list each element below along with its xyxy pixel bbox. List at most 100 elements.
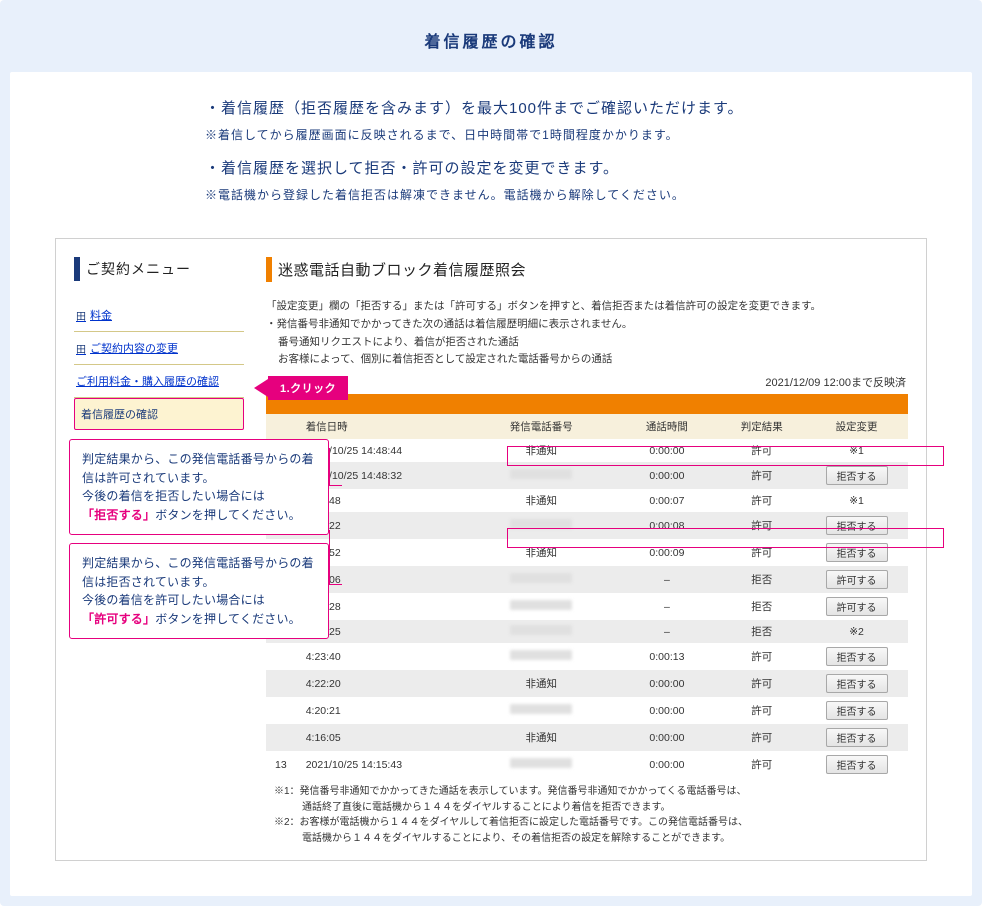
reflected-timestamp: 2021/12/09 12:00まで反映済: [268, 374, 906, 390]
cell-action: 拒否する: [805, 643, 908, 670]
sidebar-item-contract-change[interactable]: ご契約内容の変更: [74, 332, 244, 365]
redacted-phone: [510, 573, 572, 583]
table-row: 132021/10/25 14:15:430:00:00許可拒否する: [266, 751, 908, 778]
th-result: 判定結果: [718, 414, 805, 439]
cell-action: ※1: [805, 439, 908, 462]
table-row: 4:20:210:00:00許可拒否する: [266, 697, 908, 724]
cell-no: [266, 697, 296, 724]
cell-action: 拒否する: [805, 462, 908, 489]
table-row: 4:42:52非通知0:00:09許可拒否する: [266, 539, 908, 566]
th-action: 設定変更: [805, 414, 908, 439]
intro-line: ・着信履歴（拒否履歴を含みます）を最大100件までご確認いただけます。: [205, 97, 927, 118]
table-row: 4:31:28–拒否許可する: [266, 593, 908, 620]
action-button[interactable]: 拒否する: [826, 755, 888, 774]
action-button[interactable]: 拒否する: [826, 466, 888, 485]
table-row: 4:16:05非通知0:00:00許可拒否する: [266, 724, 908, 751]
section-title: 迷惑電話自動ブロック着信履歴照会: [266, 257, 908, 282]
cell-duration: 0:00:00: [616, 670, 719, 697]
action-button[interactable]: 拒否する: [826, 701, 888, 720]
cell-result: 許可: [718, 751, 805, 778]
redacted-phone: [510, 519, 572, 529]
action-button[interactable]: 拒否する: [826, 516, 888, 535]
main-content: 迷惑電話自動ブロック着信履歴照会 「設定変更」欄の「拒否する」または「許可する」…: [266, 257, 908, 846]
cell-result: 許可: [718, 439, 805, 462]
call-history-table: 着信日時 発信電話番号 通話時間 判定結果 設定変更 12021/10/25 1…: [266, 414, 908, 778]
action-button[interactable]: 拒否する: [826, 674, 888, 693]
action-button[interactable]: 許可する: [826, 570, 888, 589]
click-label: 1.クリック: [268, 376, 348, 400]
cell-duration: 0:00:00: [616, 751, 719, 778]
sidebar-item-fee[interactable]: 料金: [74, 299, 244, 332]
redacted-phone: [510, 469, 572, 479]
explain-deny-box: 判定結果から、この発信電話番号からの着信は拒否されています。 今後の着信を許可し…: [69, 543, 329, 639]
cell-action: ※2: [805, 620, 908, 643]
th-no: [266, 414, 296, 439]
sidebar-item-usage-history[interactable]: ご利用料金・購入履歴の確認: [74, 365, 244, 398]
cell-duration: –: [616, 566, 719, 593]
table-row: 22021/10/25 14:48:320:00:00許可拒否する: [266, 462, 908, 489]
table-row: 4:26:25–拒否※2: [266, 620, 908, 643]
cell-duration: 0:00:00: [616, 439, 719, 462]
explain-allow-box: 判定結果から、この発信電話番号からの着信は許可されています。 今後の着信を拒否し…: [69, 439, 329, 535]
cell-phone: [467, 643, 616, 670]
cell-phone: [467, 462, 616, 489]
cell-datetime: 4:22:20: [296, 670, 467, 697]
cell-phone: [467, 620, 616, 643]
cell-action: 拒否する: [805, 512, 908, 539]
cell-duration: –: [616, 593, 719, 620]
cell-duration: 0:00:08: [616, 512, 719, 539]
tab-header-bar: [266, 394, 908, 414]
cell-result: 許可: [718, 697, 805, 724]
action-button[interactable]: 拒否する: [826, 647, 888, 666]
cell-action: 許可する: [805, 593, 908, 620]
cell-result: 拒否: [718, 620, 805, 643]
action-button[interactable]: 拒否する: [826, 543, 888, 562]
cell-phone: 非通知: [467, 539, 616, 566]
action-button[interactable]: 拒否する: [826, 728, 888, 747]
cell-action: 拒否する: [805, 539, 908, 566]
cell-no: [266, 724, 296, 751]
cell-no: 13: [266, 751, 296, 778]
cell-result: 拒否: [718, 593, 805, 620]
cell-result: 拒否: [718, 566, 805, 593]
intro-note: ※電話機から登録した着信拒否は解凍できません。電話機から解除してください。: [205, 186, 927, 203]
intro-note: ※着信してから履歴画面に反映されるまで、日中時間帯で1時間程度かかります。: [205, 126, 927, 143]
cell-action: 拒否する: [805, 751, 908, 778]
sidebar-item-call-history[interactable]: 着信履歴の確認: [74, 398, 244, 430]
cell-phone: [467, 697, 616, 724]
footnotes: ※1：発信番号非通知でかかってきた通話を表示しています。発信番号非通知でかかって…: [274, 784, 908, 846]
cell-phone: [467, 566, 616, 593]
action-button[interactable]: 許可する: [826, 597, 888, 616]
th-phone: 発信電話番号: [467, 414, 616, 439]
cell-action: ※1: [805, 489, 908, 512]
cell-result: 許可: [718, 512, 805, 539]
sidebar: ご契約メニュー 料金 ご契約内容の変更 ご利用料金・購入履歴の確認 着信履歴の確…: [74, 257, 244, 463]
redacted-phone: [510, 600, 572, 610]
cell-phone: [467, 751, 616, 778]
sidebar-title: ご契約メニュー: [74, 257, 244, 281]
redacted-phone: [510, 625, 572, 635]
table-row: 4:23:400:00:13許可拒否する: [266, 643, 908, 670]
description-block: 「設定変更」欄の「拒否する」または「許可する」ボタンを押すと、着信拒否または着信…: [266, 298, 908, 368]
cell-result: 許可: [718, 539, 805, 566]
intro-line: ・着信履歴を選択して拒否・許可の設定を変更できます。: [205, 157, 927, 178]
th-datetime: 着信日時: [296, 414, 467, 439]
arrow-left-icon: [254, 379, 268, 397]
cell-phone: 非通知: [467, 489, 616, 512]
cell-phone: 非通知: [467, 724, 616, 751]
history-panel: ご契約メニュー 料金 ご契約内容の変更 ご利用料金・購入履歴の確認 着信履歴の確…: [55, 238, 927, 861]
redacted-phone: [510, 758, 572, 768]
cell-action: 拒否する: [805, 670, 908, 697]
redacted-phone: [510, 650, 572, 660]
cell-datetime: 4:20:21: [296, 697, 467, 724]
cell-duration: 0:00:09: [616, 539, 719, 566]
cell-result: 許可: [718, 724, 805, 751]
cell-action: 拒否する: [805, 724, 908, 751]
cell-result: 許可: [718, 462, 805, 489]
table-row: 4:45:220:00:08許可拒否する: [266, 512, 908, 539]
cell-duration: –: [616, 620, 719, 643]
cell-phone: 非通知: [467, 439, 616, 462]
cell-result: 許可: [718, 670, 805, 697]
cell-action: 許可する: [805, 566, 908, 593]
cell-no: [266, 643, 296, 670]
